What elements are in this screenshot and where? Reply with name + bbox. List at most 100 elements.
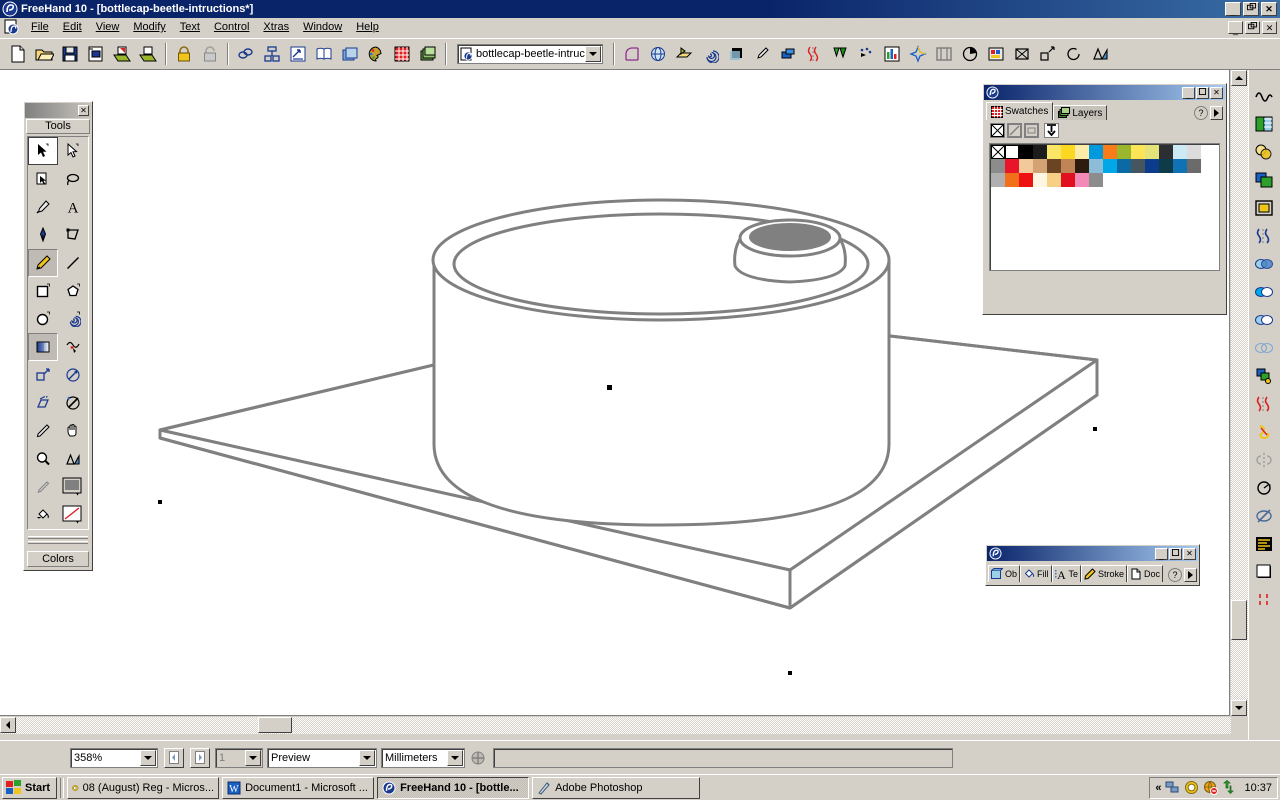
- trace-tool[interactable]: [58, 389, 88, 417]
- polygon-tool[interactable]: [58, 277, 88, 305]
- color-swatch[interactable]: [1061, 173, 1075, 187]
- spiral-button[interactable]: [697, 41, 723, 67]
- swatches-button[interactable]: [363, 41, 389, 67]
- menu-window[interactable]: Window: [296, 19, 349, 35]
- color-swatch[interactable]: [1033, 159, 1047, 173]
- color-swatch[interactable]: [1103, 145, 1117, 159]
- inspector-minimize-button[interactable]: _: [1155, 548, 1168, 560]
- intersect-button[interactable]: [1249, 278, 1279, 306]
- mdi-restore-button[interactable]: [1245, 21, 1260, 34]
- tab-fill[interactable]: Fill: [1020, 565, 1052, 582]
- color-swatch[interactable]: [1159, 145, 1173, 159]
- zoom-tool[interactable]: [28, 445, 58, 473]
- paste-inside-button[interactable]: [1249, 110, 1279, 138]
- bezigon-tool[interactable]: [58, 221, 88, 249]
- blend-shapes-button[interactable]: [1249, 138, 1279, 166]
- swatches-options-menu-button[interactable]: [1210, 106, 1223, 120]
- align-button[interactable]: [233, 41, 259, 67]
- transparency-button[interactable]: [1249, 334, 1279, 362]
- styles-button[interactable]: [415, 41, 441, 67]
- task-button-outlook[interactable]: 08 (August) Reg - Micros...: [67, 777, 219, 799]
- color-control-button[interactable]: [983, 41, 1009, 67]
- network-icon[interactable]: [1165, 780, 1180, 795]
- color-swatch[interactable]: [1187, 145, 1201, 159]
- lasso-tool[interactable]: [58, 165, 88, 193]
- hscroll-thumb[interactable]: [258, 717, 292, 733]
- hscroll-track[interactable]: [0, 717, 1231, 734]
- color-swatch[interactable]: [1075, 145, 1089, 159]
- swatches-help-button[interactable]: ?: [1194, 106, 1208, 120]
- swatch-stroke-button[interactable]: [1007, 123, 1022, 138]
- vscroll-up-button[interactable]: [1231, 70, 1247, 86]
- shadow-button[interactable]: [723, 41, 749, 67]
- transform-button[interactable]: [259, 41, 285, 67]
- eyedropper-tool[interactable]: [28, 193, 58, 221]
- color-swatch[interactable]: [1187, 159, 1201, 173]
- inset-path-button[interactable]: [1249, 194, 1279, 222]
- layers-button[interactable]: [337, 41, 363, 67]
- color-swatch[interactable]: [1019, 173, 1033, 187]
- flow-inside-path-button[interactable]: [1249, 82, 1279, 110]
- next-page-button[interactable]: [190, 748, 210, 768]
- task-button-freehand[interactable]: FreeHand 10 - [bottle...: [377, 777, 529, 799]
- menu-modify[interactable]: Modify: [126, 19, 172, 35]
- emboss-button[interactable]: [671, 41, 697, 67]
- stroke-color-swatch[interactable]: [58, 501, 88, 529]
- color-swatch[interactable]: [1033, 173, 1047, 187]
- dashed-lines-button[interactable]: [1249, 586, 1279, 614]
- line-width-tool[interactable]: [28, 473, 58, 501]
- arc-rotate-button[interactable]: [1061, 41, 1087, 67]
- divide-button[interactable]: [1249, 306, 1279, 334]
- globe-block-icon[interactable]: [1203, 780, 1218, 795]
- color-swatch[interactable]: [991, 159, 1005, 173]
- tray-expand-button[interactable]: «: [1155, 782, 1161, 794]
- trap-button[interactable]: [827, 41, 853, 67]
- swatch-fill-button[interactable]: [1024, 123, 1039, 138]
- perspective-tool[interactable]: [58, 445, 88, 473]
- zoom-level-field[interactable]: 358%: [70, 748, 158, 768]
- rotate-tool[interactable]: [58, 361, 88, 389]
- menu-help[interactable]: Help: [349, 19, 386, 35]
- color-swatch[interactable]: [1117, 145, 1131, 159]
- freeform-tool[interactable]: [58, 333, 88, 361]
- color-swatch[interactable]: [991, 173, 1005, 187]
- pointer-tool[interactable]: [28, 137, 58, 165]
- print-button[interactable]: [83, 41, 109, 67]
- color-swatch[interactable]: [1103, 159, 1117, 173]
- canvas-vertical-scrollbar[interactable]: [1231, 70, 1248, 716]
- pencil-tool[interactable]: [28, 249, 58, 277]
- minimize-button[interactable]: _: [1225, 2, 1241, 16]
- subselect-tool[interactable]: [58, 137, 88, 165]
- previous-page-button[interactable]: [164, 748, 184, 768]
- color-swatch[interactable]: [1117, 159, 1131, 173]
- color-swatch[interactable]: [1047, 173, 1061, 187]
- arc-xtra-button[interactable]: [1249, 474, 1279, 502]
- eyedropper-button[interactable]: [749, 41, 775, 67]
- page-number-field[interactable]: 1: [215, 748, 263, 768]
- hscroll-left-button[interactable]: [0, 717, 16, 733]
- twist-button[interactable]: [1249, 418, 1279, 446]
- inset-path-button[interactable]: [1035, 41, 1061, 67]
- white-fill-button[interactable]: [1249, 558, 1279, 586]
- clock-yellow-icon[interactable]: [1184, 780, 1199, 795]
- 3d-rotate-button[interactable]: [645, 41, 671, 67]
- color-swatch[interactable]: [1033, 145, 1047, 159]
- color-swatch[interactable]: [1131, 159, 1145, 173]
- color-swatch[interactable]: [1061, 159, 1075, 173]
- document-selector[interactable]: bottlecap-beetle-intructi: [457, 44, 603, 64]
- menu-xtras[interactable]: Xtras: [256, 19, 296, 35]
- text-tool[interactable]: A: [58, 193, 88, 221]
- knife-tool[interactable]: [28, 417, 58, 445]
- paint-bucket-tool[interactable]: [28, 501, 58, 529]
- mirror-xtra-button[interactable]: [1249, 446, 1279, 474]
- roughen-path-button[interactable]: [1249, 390, 1279, 418]
- color-swatch[interactable]: [991, 145, 1005, 159]
- export-button[interactable]: [135, 41, 161, 67]
- close-button[interactable]: ✕: [1261, 2, 1277, 16]
- document-selector-dropdown-arrow[interactable]: [585, 46, 601, 62]
- menu-control[interactable]: Control: [207, 19, 256, 35]
- color-swatch[interactable]: [1173, 145, 1187, 159]
- remove-overlap-button[interactable]: [1249, 502, 1279, 530]
- save-document-button[interactable]: [57, 41, 83, 67]
- start-button[interactable]: Start: [2, 777, 57, 799]
